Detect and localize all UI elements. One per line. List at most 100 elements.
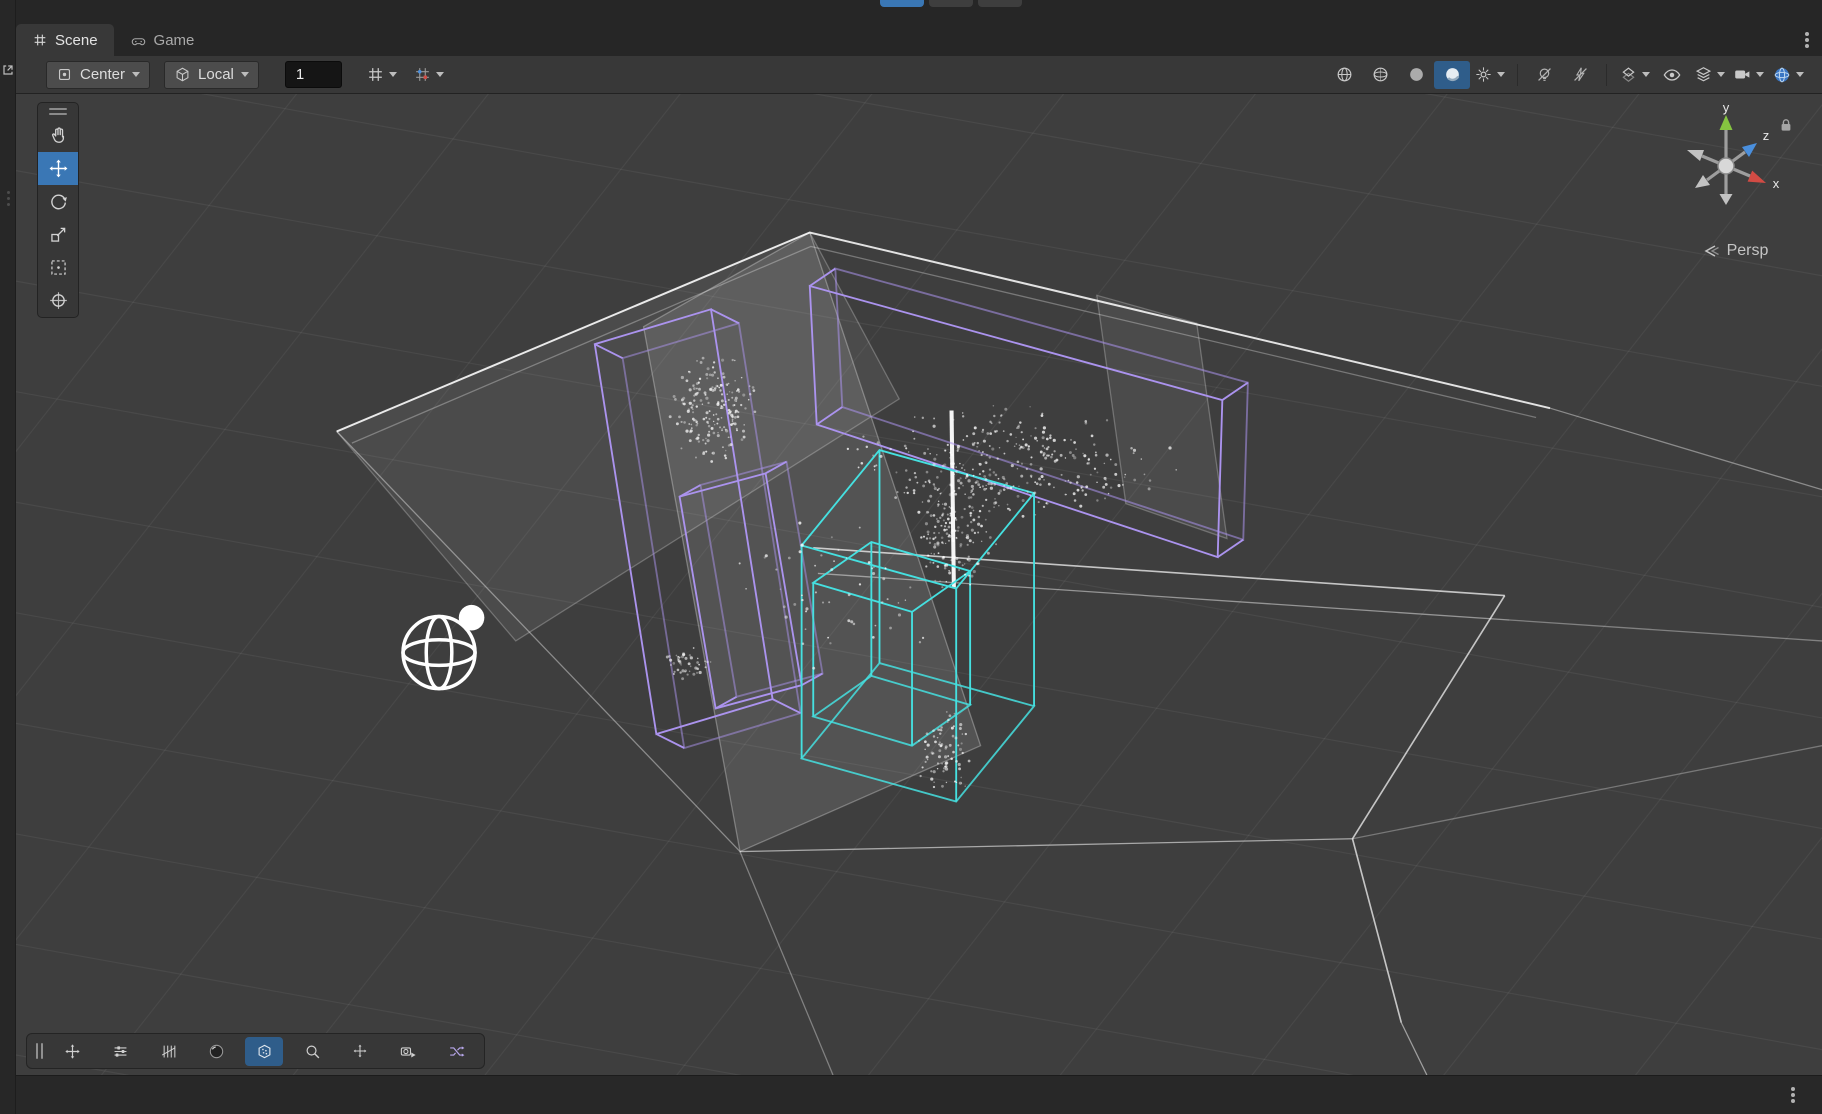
rotate-tool-button[interactable] [38, 185, 78, 218]
gizmo-center-ball[interactable] [1718, 158, 1734, 174]
camera-capture-button[interactable] [389, 1037, 427, 1066]
snap-grid-icon [413, 65, 432, 84]
grid-visibility-button[interactable] [362, 61, 401, 89]
unity-editor-window: Scene Game Center Local [0, 0, 1822, 1114]
axis-y-cone[interactable] [1720, 115, 1733, 130]
shaded-globe-button[interactable] [1362, 61, 1398, 89]
camera-preview-button[interactable] [1729, 61, 1768, 89]
axis-neg-y-cone[interactable] [1720, 194, 1733, 205]
flare-off-button[interactable] [1562, 61, 1598, 89]
orientation-gizmo: y z x Persp [1666, 102, 1806, 267]
point-cloud-button[interactable] [245, 1037, 283, 1066]
hand-icon [48, 125, 69, 146]
move-overlay-button[interactable] [53, 1037, 91, 1066]
viewport-overlay-toolbar [26, 1033, 485, 1069]
chevron-down-icon [1642, 72, 1650, 77]
axis-neg-x-cone[interactable] [1687, 150, 1704, 161]
overlay-drag-handle-icon[interactable] [36, 1043, 43, 1059]
ruled-grid-icon [159, 1042, 178, 1061]
move-tool-button[interactable] [38, 152, 78, 185]
chevron-down-icon [436, 72, 444, 77]
chevron-down-icon [1796, 72, 1804, 77]
pause-button[interactable] [929, 0, 973, 7]
shuffle-button[interactable] [437, 1037, 475, 1066]
pop-out-icon[interactable] [2, 64, 14, 76]
play-button[interactable] [880, 0, 924, 7]
rect-icon [48, 257, 69, 278]
chevron-down-icon [132, 72, 140, 77]
room-wireframe[interactable] [337, 232, 1822, 1075]
blend-layers-icon [1619, 65, 1638, 84]
handle-orientation-label: Local [198, 66, 234, 83]
bottom-kebab-menu-icon[interactable] [1778, 1076, 1808, 1114]
shaded-ball-button[interactable] [197, 1037, 235, 1066]
hand-tool-button[interactable] [38, 119, 78, 152]
layer-stack-button[interactable] [1690, 61, 1729, 89]
bottom-status-bar [16, 1075, 1822, 1114]
tab-scene-label: Scene [55, 32, 98, 49]
shaded-sphere-button[interactable] [1434, 61, 1470, 89]
lock-icon[interactable] [1780, 118, 1792, 132]
pivot-mode-button[interactable]: Center [46, 61, 150, 89]
flat-sphere-icon [1407, 65, 1426, 84]
move-icon [48, 158, 69, 179]
gamepad-icon [130, 32, 147, 49]
handle-orientation-button[interactable]: Local [164, 61, 259, 89]
palette-drag-handle-icon[interactable] [38, 103, 78, 119]
projection-label: Persp [1727, 242, 1769, 260]
wireframe-globe-icon [1335, 65, 1354, 84]
chevron-down-icon [1497, 72, 1505, 77]
projection-toggle[interactable]: Persp [1666, 242, 1806, 260]
scene-canvas[interactable] [16, 94, 1822, 1075]
perspective-icon [1704, 245, 1720, 257]
lighting-off-button[interactable] [1526, 61, 1562, 89]
transform-anchor-icon [351, 1042, 369, 1060]
transform-tool-button[interactable] [38, 284, 78, 317]
tool-palette [37, 102, 79, 318]
snap-increment-button[interactable] [409, 61, 448, 89]
tab-menu-kebab-icon[interactable] [1792, 24, 1822, 56]
scale-tool-button[interactable] [38, 218, 78, 251]
search-button[interactable] [293, 1037, 331, 1066]
sliders-button[interactable] [101, 1037, 139, 1066]
tab-game[interactable]: Game [114, 24, 211, 56]
tab-game-label: Game [154, 32, 195, 49]
left-dock-strip [0, 0, 16, 1114]
move-icon [63, 1042, 82, 1061]
grid-icon [366, 65, 385, 84]
ruled-grid-button[interactable] [149, 1037, 187, 1066]
axis-x-cone[interactable] [1748, 171, 1766, 183]
chevron-down-icon [1717, 72, 1725, 77]
lighting-off-icon [1535, 65, 1554, 84]
chevron-down-icon [241, 72, 249, 77]
gizmos-globe-button[interactable] [1768, 61, 1808, 89]
layer-stack-icon [1694, 65, 1713, 84]
transform-icon [48, 290, 69, 311]
gizmos-globe-icon [1772, 65, 1792, 85]
flat-sphere-button[interactable] [1398, 61, 1434, 89]
scene-viewport: y z x Persp [16, 94, 1822, 1075]
gizmo-dot[interactable] [459, 605, 485, 631]
shaded-globe-icon [1371, 65, 1390, 84]
blend-layers-button[interactable] [1615, 61, 1654, 89]
rotate-icon [48, 191, 69, 212]
scene-view-panel: Scene Game Center Local [16, 0, 1822, 1114]
axis-z-label: z [1763, 128, 1770, 143]
particles-button[interactable] [1470, 61, 1509, 89]
scene-toolbar: Center Local [16, 56, 1822, 94]
cube-icon [174, 66, 191, 83]
dock-grip-icon[interactable] [2, 192, 14, 204]
visibility-eye-button[interactable] [1654, 61, 1690, 89]
axis-z-cone[interactable] [1742, 143, 1757, 157]
grid-size-input[interactable] [285, 61, 342, 88]
axis-y-label: y [1723, 102, 1730, 115]
transform-anchor-button[interactable] [341, 1037, 379, 1066]
wireframe-globe-button[interactable] [1326, 61, 1362, 89]
step-button[interactable] [978, 0, 1022, 7]
toolbar-separator [1517, 64, 1518, 86]
axis-neg-z-cone[interactable] [1695, 175, 1710, 188]
axis-x-label: x [1773, 176, 1780, 191]
rect-tool-button[interactable] [38, 251, 78, 284]
chevron-down-icon [1756, 72, 1764, 77]
tab-scene[interactable]: Scene [16, 24, 114, 56]
